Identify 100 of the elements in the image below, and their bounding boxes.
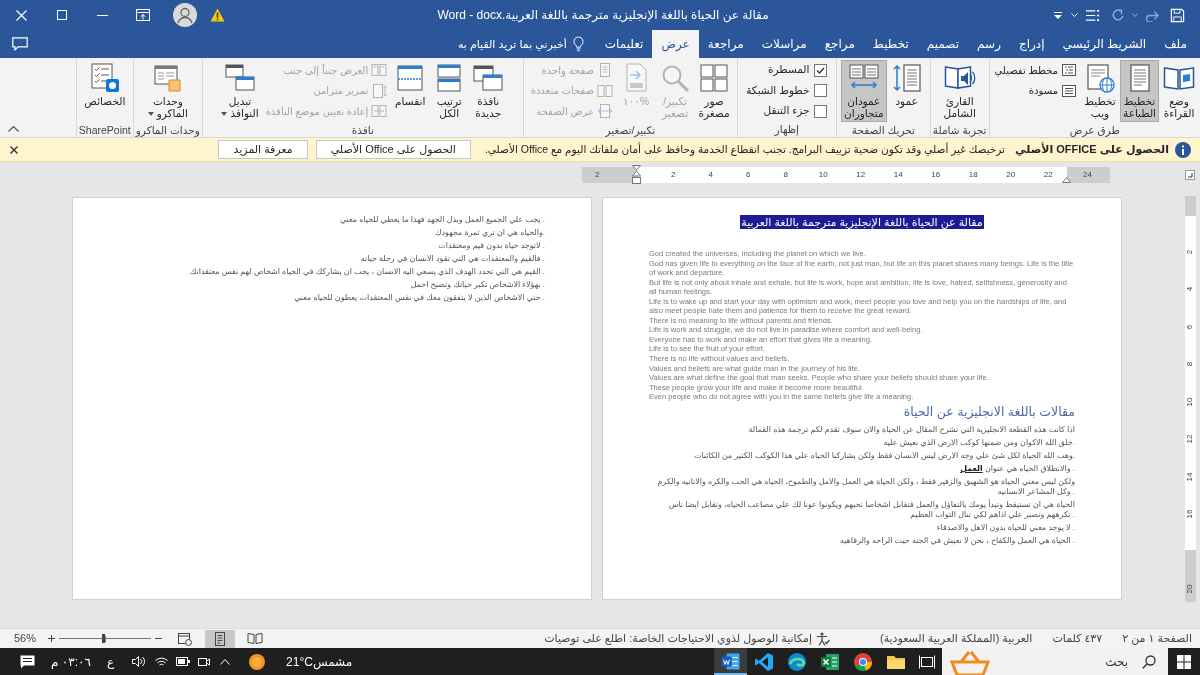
ruler-number: 14 — [1186, 472, 1194, 482]
plus-icon[interactable] — [48, 635, 56, 642]
four-squares-icon[interactable] — [1177, 654, 1191, 669]
user-avatar-icon[interactable] — [173, 3, 197, 27]
message-button[interactable]: الحصول على Office الأصلي — [315, 140, 471, 159]
checkbox-option[interactable]: المسطرة — [743, 60, 831, 80]
ribbon-button[interactable]: صور مصغرة — [695, 60, 734, 122]
ribbon-tab[interactable]: رسم — [968, 30, 1010, 58]
repeat-icon[interactable] — [1110, 8, 1125, 22]
ribbon-tab[interactable]: تصميم — [917, 30, 969, 58]
two-panels-line-icon — [371, 103, 388, 119]
ruler-number: 8 — [783, 171, 788, 179]
weather-temperature[interactable]: 21°C — [286, 652, 313, 671]
hourglass-marker-icon[interactable] — [632, 165, 641, 185]
ruler-number: 2 — [595, 171, 600, 179]
chevron-up-icon[interactable] — [8, 126, 19, 132]
document-tile-icon[interactable] — [714, 648, 747, 675]
camera-icon[interactable] — [198, 655, 211, 668]
ribbon-group-label: إظهار — [774, 122, 800, 137]
corner-box-icon[interactable] — [1185, 170, 1195, 180]
clock-time[interactable]: ٠٣:٠٦ م — [51, 652, 91, 671]
ruler-number: 10 — [1186, 397, 1194, 407]
ribbon-button[interactable]: ترتيب الكل — [430, 60, 469, 122]
ribbon-button[interactable]: تخطيط ويب — [1081, 60, 1119, 122]
message-bubble-icon[interactable] — [20, 654, 35, 669]
checkbox-option[interactable]: جزء التنقل — [743, 101, 831, 121]
battery-icon[interactable] — [176, 657, 191, 666]
ribbon-group-label: تكبير/تصغير — [605, 123, 656, 138]
ribbon-tab[interactable]: تخطيط — [863, 30, 918, 58]
bracket-logo-icon[interactable] — [753, 651, 774, 672]
page-count[interactable]: الصفحة ١ من ٢ — [1122, 630, 1192, 647]
ruler-number: 12 — [856, 171, 866, 179]
ribbon-button[interactable]: تبديل النوافذ — [218, 60, 262, 122]
ruler-margin — [1184, 196, 1196, 216]
minimize-icon[interactable] — [96, 14, 108, 16]
segmented-circle-icon[interactable] — [852, 651, 873, 672]
checkbox[interactable] — [814, 63, 828, 77]
checkbox[interactable] — [814, 104, 828, 118]
ribbon-tab[interactable]: الشريط الرئيسي — [1053, 30, 1156, 58]
maximize-icon[interactable] — [57, 10, 67, 20]
ribbon-tab[interactable]: ملف — [1155, 30, 1196, 58]
search-field[interactable]: بحث — [942, 648, 1168, 675]
page-width-icon — [597, 103, 614, 119]
save-icon[interactable] — [1169, 7, 1185, 23]
ribbon-button[interactable]: انقسام — [391, 60, 430, 122]
zoom-slider[interactable] — [59, 633, 152, 644]
ribbon-button[interactable]: الخصائص — [81, 60, 129, 122]
list-box-icon — [1061, 62, 1077, 78]
swirl-circle-icon[interactable] — [786, 651, 807, 672]
wifi-icon[interactable] — [155, 656, 169, 667]
message-text: ترخيصك غير أصلي وقد تكون ضحية تزييف البرامج. تجنب انقطاع الخدمة وحافظ على أمان ملفاتك اليوم مع Office الأصلي. — [484, 141, 1005, 158]
ribbon-tab[interactable]: مراجعة — [698, 30, 753, 58]
checkbox-option[interactable]: خطوط الشبكة — [743, 80, 831, 101]
ribbon-button[interactable]: نافذة جديدة — [469, 60, 508, 122]
volume-icon[interactable] — [132, 656, 146, 667]
lightbulb-icon[interactable] — [572, 36, 584, 52]
checkbox[interactable] — [814, 84, 828, 97]
ribbon-group-label: SharePoint — [78, 123, 131, 138]
search-icon — [1142, 654, 1156, 669]
cross-tile-icon[interactable] — [819, 651, 840, 672]
person-check-icon[interactable] — [816, 631, 830, 646]
warning-icon[interactable] — [209, 8, 225, 22]
close-icon[interactable] — [10, 145, 18, 154]
ribbon-tab[interactable]: مراسلات — [752, 30, 816, 58]
ribbon-tab[interactable]: عرض — [652, 30, 699, 58]
caret-bar-icon[interactable] — [1054, 11, 1062, 19]
ribbon-button[interactable]: عمودان متجاوران — [841, 60, 887, 122]
message-button[interactable]: معرفة المزيد — [218, 140, 308, 159]
framed-rectangle-icon[interactable] — [919, 654, 935, 669]
ribbon-tab[interactable]: مراجع — [815, 30, 864, 58]
language-status[interactable]: العربية (المملكة العربية السعودية) — [880, 630, 1033, 647]
weather-condition[interactable]: مشمس — [312, 652, 353, 671]
ruler-number: 6 — [1186, 324, 1194, 329]
message-title: الحصول على OFFICE الأصلي — [1015, 141, 1169, 158]
ruler-number: 20 — [1186, 584, 1194, 594]
accessibility-status[interactable]: إمكانية الوصول لذوي الاحتياجات الخاصة: اطلع على توصيات — [544, 630, 812, 647]
input-language[interactable]: ع — [106, 652, 115, 671]
ribbon-button[interactable]: عمود — [887, 60, 926, 122]
speech-bubble-icon[interactable] — [12, 37, 28, 51]
triangle-marker-icon[interactable] — [1062, 177, 1071, 183]
bulleted-list-icon[interactable] — [1085, 8, 1100, 22]
sun-icon[interactable] — [248, 652, 267, 671]
ruler-number: 18 — [968, 171, 978, 179]
ribbon-tab[interactable]: تعليمات — [595, 30, 653, 58]
document-title: مقالة عن الحياة باللغة الإنجليزية مترجمة باللغة العربية — [740, 215, 984, 229]
ribbon-group-label: نافذة — [351, 123, 374, 138]
ribbon-small-button[interactable]: مسودة — [992, 80, 1079, 101]
ribbon-button[interactable]: القارئ الشامل — [940, 60, 979, 122]
ribbon-button[interactable]: تخطيط الطباعة — [1120, 60, 1159, 122]
minus-icon[interactable] — [155, 638, 163, 639]
ribbon-tab[interactable]: إدراج — [1009, 30, 1054, 58]
ribbon-button[interactable]: وحدات الماكرو — [144, 60, 191, 122]
ribbon-small-button[interactable]: مخطط تفصيلي — [992, 60, 1079, 80]
zoom-slider-thumb[interactable] — [101, 634, 105, 643]
view-button[interactable] — [205, 629, 236, 648]
window-square-icon — [151, 62, 184, 94]
ruler-number: 16 — [1186, 509, 1194, 519]
ribbon-button[interactable]: وضع القراءة — [1160, 60, 1198, 122]
word-count[interactable]: ٤٣٧ كلمات — [1052, 630, 1103, 647]
zoom-level[interactable]: 56% — [14, 630, 37, 647]
